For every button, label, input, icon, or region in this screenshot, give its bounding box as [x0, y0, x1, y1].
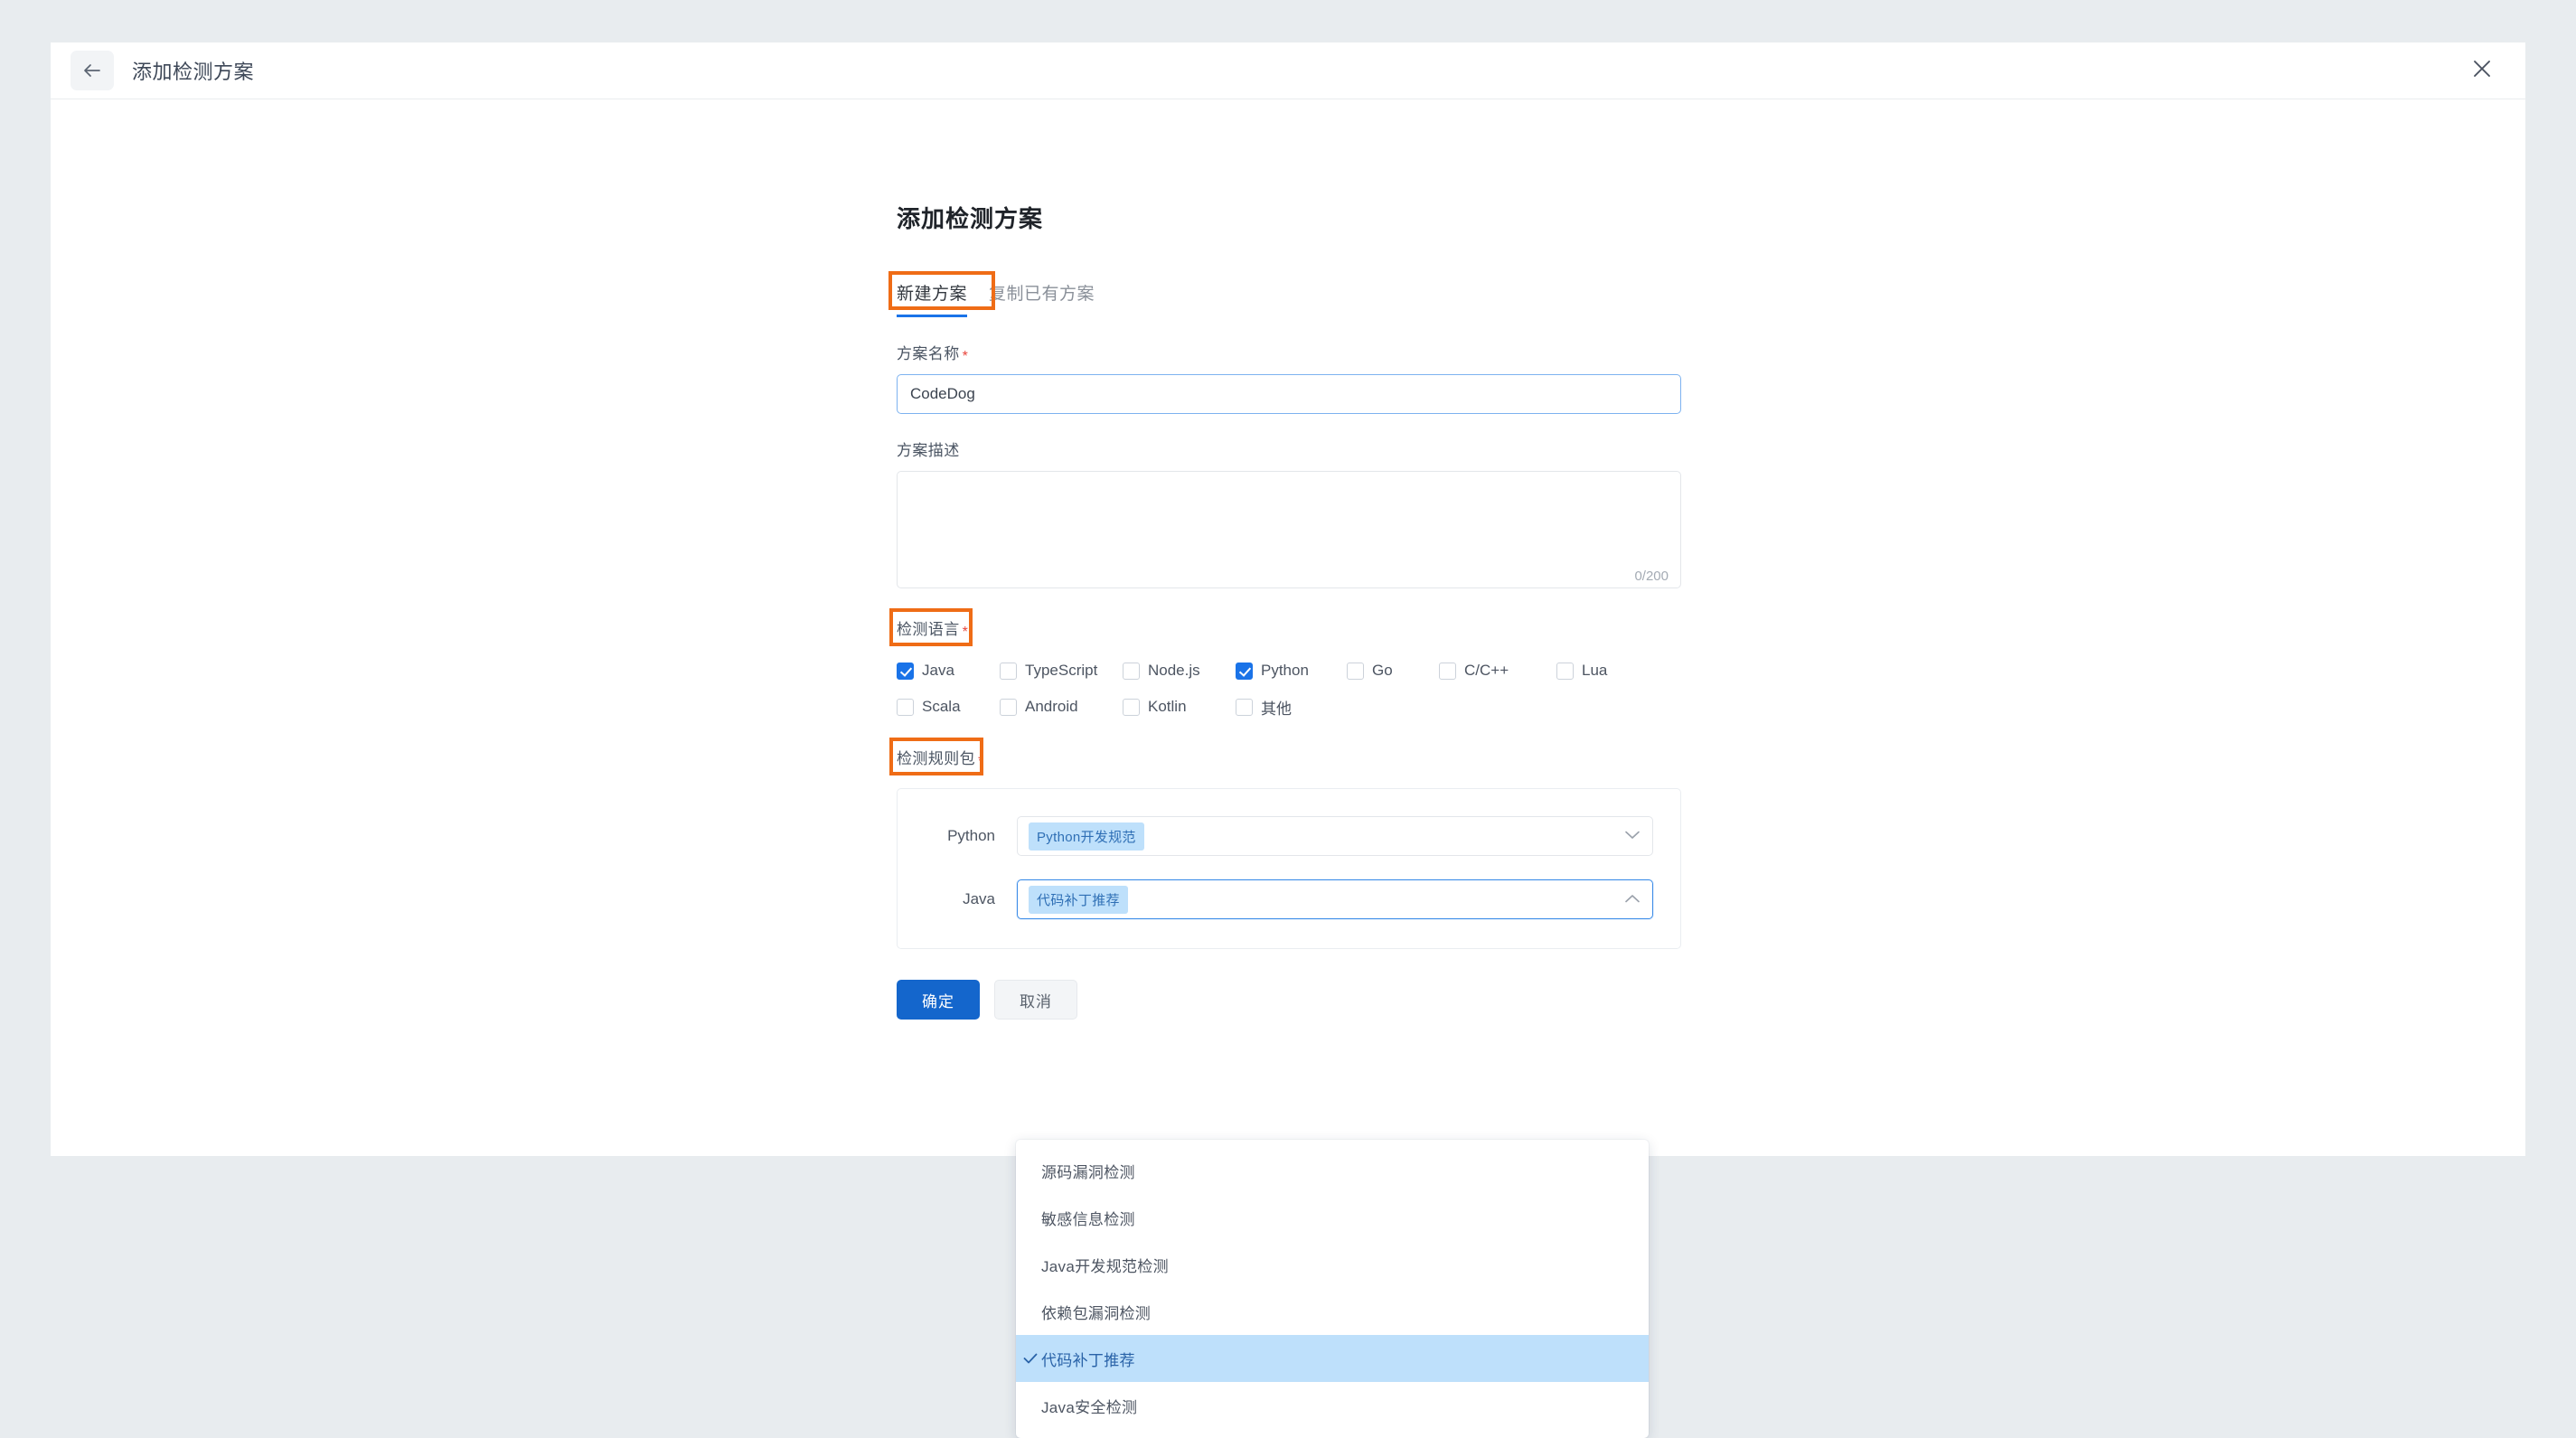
checkbox-android-label: Android — [1025, 698, 1078, 716]
field-detection-languages: 检测语言* Java TypeScript Node.js — [897, 616, 1681, 722]
checkbox-nodejs[interactable]: Node.js — [1123, 662, 1227, 680]
checkbox-java[interactable]: Java — [897, 662, 991, 680]
language-checkbox-row-2: Scala Android Kotlin 其他 — [897, 691, 1681, 722]
checkbox-scala-label: Scala — [922, 698, 961, 716]
back-button[interactable] — [71, 51, 114, 90]
checkbox-nodejs-label: Node.js — [1148, 662, 1200, 680]
chevron-down-icon — [1625, 828, 1640, 844]
dropdown-option-label: Java开发规范检测 — [1041, 1254, 1169, 1276]
detection-languages-label-text: 检测语言 — [897, 621, 960, 638]
checkbox-go[interactable]: Go — [1347, 662, 1430, 680]
dropdown-option-label: 依赖包漏洞检测 — [1041, 1301, 1151, 1323]
tab-new-plan-label: 新建方案 — [897, 285, 967, 304]
plan-name-label-text: 方案名称 — [897, 345, 960, 362]
checkbox-go-box — [1347, 663, 1364, 680]
close-icon — [2472, 59, 2492, 83]
checkbox-typescript-label: TypeScript — [1025, 662, 1097, 680]
cancel-button[interactable]: 取消 — [994, 980, 1077, 1020]
checkbox-typescript[interactable]: TypeScript — [1000, 662, 1114, 680]
plan-name-label: 方案名称* — [897, 341, 968, 363]
dropdown-option-label: 代码补丁推荐 — [1041, 1348, 1135, 1370]
dropdown-option-source-vuln[interactable]: 源码漏洞检测 — [1016, 1147, 1649, 1194]
rule-package-python-name: Python — [925, 827, 1017, 845]
mode-tabs: 新建方案 复制已有方案 — [897, 277, 1681, 317]
field-rule-packages: 检测规则包* Python Python开发规范 — [897, 746, 1681, 949]
checkbox-python-box — [1236, 663, 1253, 680]
detection-languages-label: 检测语言* — [897, 616, 968, 639]
language-checkbox-row-1: Java TypeScript Node.js Python — [897, 655, 1681, 686]
dropdown-option-label: 敏感信息检测 — [1041, 1207, 1135, 1229]
checkbox-typescript-box — [1000, 663, 1017, 680]
checkbox-other-label: 其他 — [1261, 696, 1292, 719]
rule-packages-label-text: 检测规则包 — [897, 750, 975, 767]
required-marker-packages: * — [978, 754, 984, 769]
checkbox-java-label: Java — [922, 662, 954, 680]
dropdown-option-sensitive-info[interactable]: 敏感信息检测 — [1016, 1194, 1649, 1241]
chevron-up-icon — [1625, 891, 1640, 907]
tab-new-plan[interactable]: 新建方案 — [897, 280, 967, 317]
description-char-counter: 0/200 — [1634, 569, 1669, 584]
checkbox-nodejs-box — [1123, 663, 1140, 680]
rule-package-dropdown: 源码漏洞检测 敏感信息检测 Java开发规范检测 依赖包漏洞检测 — [1016, 1140, 1649, 1438]
tab-copy-existing-plan[interactable]: 复制已有方案 — [989, 280, 1095, 317]
form-actions: 确定 取消 — [897, 980, 1681, 1020]
close-button[interactable] — [2466, 54, 2498, 87]
checkbox-kotlin-box — [1123, 699, 1140, 716]
field-plan-description: 方案描述 0/200 — [897, 437, 1681, 593]
checkbox-android[interactable]: Android — [1000, 698, 1114, 716]
panel-title: 添加检测方案 — [132, 56, 254, 85]
checkbox-lua[interactable]: Lua — [1556, 662, 1607, 680]
dropdown-option-dependency-vuln[interactable]: 依赖包漏洞检测 — [1016, 1288, 1649, 1335]
dropdown-option-java-security[interactable]: Java安全检测 — [1016, 1382, 1649, 1429]
plan-description-wrapper: 0/200 — [897, 471, 1681, 593]
dropdown-option-label: 源码漏洞检测 — [1041, 1160, 1135, 1182]
checkbox-android-box — [1000, 699, 1017, 716]
checkbox-cpp-box — [1439, 663, 1456, 680]
confirm-button[interactable]: 确定 — [897, 980, 980, 1020]
checkbox-python[interactable]: Python — [1236, 662, 1338, 680]
page-title: 添加检测方案 — [897, 201, 1681, 234]
checkbox-scala[interactable]: Scala — [897, 698, 991, 716]
checkbox-kotlin-label: Kotlin — [1148, 698, 1187, 716]
checkbox-other-box — [1236, 699, 1253, 716]
rule-package-java-tag: 代码补丁推荐 — [1029, 886, 1128, 914]
checkbox-scala-box — [897, 699, 914, 716]
dropdown-option-code-patch-recommend[interactable]: 代码补丁推荐 — [1016, 1335, 1649, 1382]
checkbox-java-box — [897, 663, 914, 680]
checkbox-kotlin[interactable]: Kotlin — [1123, 698, 1227, 716]
rule-packages-card: Python Python开发规范 Java — [897, 788, 1681, 949]
check-icon — [1023, 1353, 1041, 1364]
checkbox-go-label: Go — [1372, 662, 1393, 680]
plan-description-textarea[interactable] — [897, 471, 1681, 588]
checkbox-cpp[interactable]: C/C++ — [1439, 662, 1547, 680]
checkbox-lua-label: Lua — [1582, 662, 1607, 680]
panel-content: 添加检测方案 新建方案 复制已有方案 方案名称* 方案描述 — [51, 99, 2525, 1020]
rule-package-python-tag: Python开发规范 — [1029, 822, 1144, 851]
field-plan-name: 方案名称* — [897, 341, 1681, 414]
arrow-left-icon — [82, 62, 102, 79]
panel-header: 添加检测方案 — [51, 42, 2525, 99]
rule-package-row-python: Python Python开发规范 — [925, 811, 1653, 861]
plan-description-label: 方案描述 — [897, 437, 960, 460]
required-marker-name: * — [963, 349, 969, 364]
dropdown-option-label: Java安全检测 — [1041, 1395, 1137, 1417]
checkbox-other[interactable]: 其他 — [1236, 696, 1292, 719]
rule-package-java-name: Java — [925, 890, 1017, 908]
tab-copy-existing-plan-label: 复制已有方案 — [989, 285, 1095, 304]
required-marker-languages: * — [963, 625, 969, 640]
checkbox-lua-box — [1556, 663, 1574, 680]
dropdown-option-java-dev-standard[interactable]: Java开发规范检测 — [1016, 1241, 1649, 1288]
plan-name-input[interactable] — [897, 374, 1681, 414]
rule-packages-label: 检测规则包* — [897, 746, 984, 768]
rule-package-java-select[interactable]: 代码补丁推荐 — [1017, 879, 1653, 919]
form-container: 添加检测方案 新建方案 复制已有方案 方案名称* 方案描述 — [897, 201, 1681, 1020]
checkbox-python-label: Python — [1261, 662, 1309, 680]
add-detection-plan-panel: 添加检测方案 添加检测方案 新建方案 复制已有方案 — [51, 42, 2525, 1156]
rule-package-python-select[interactable]: Python开发规范 — [1017, 816, 1653, 856]
checkbox-cpp-label: C/C++ — [1464, 662, 1509, 680]
rule-package-row-java: Java 代码补丁推荐 — [925, 874, 1653, 925]
